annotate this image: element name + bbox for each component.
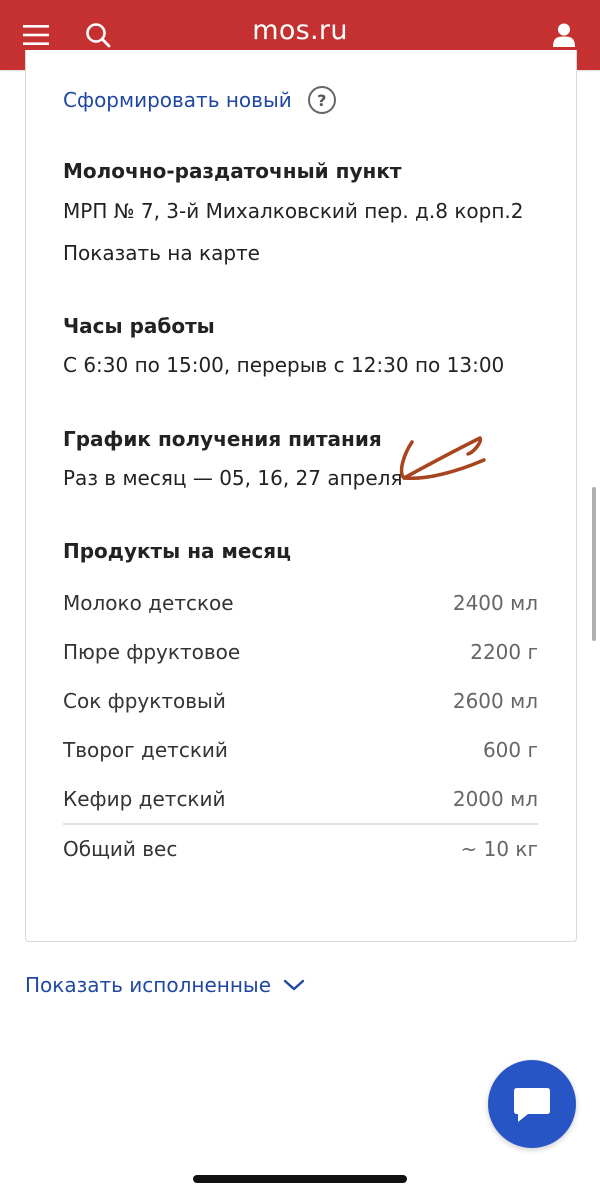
product-name: Сок фруктовый (63, 688, 226, 713)
product-row: Молоко детское 2400 мл (63, 578, 538, 627)
total-row: Общий вес ~ 10 кг (63, 825, 538, 873)
hours-text: С 6:30 по 15:00, перерыв с 12:30 по 13:0… (63, 353, 505, 377)
show-completed-toggle[interactable]: Показать исполненные (25, 973, 305, 997)
product-name: Молоко детское (63, 590, 234, 615)
product-row: Сок фруктовый 2600 мл (63, 676, 538, 725)
product-name: Пюре фруктовое (63, 639, 241, 664)
schedule-text: Раз в месяц — 05, 16, 27 апреля (63, 466, 403, 490)
pickup-point-heading: Молочно-раздаточный пункт (63, 159, 402, 183)
schedule-heading: График получения питания (63, 427, 382, 451)
site-logo[interactable]: mos.ru (0, 15, 600, 46)
pickup-point-address: МРП № 7, 3-й Михалковский пер. д.8 корп.… (63, 199, 524, 223)
total-value: ~ 10 кг (460, 837, 538, 861)
show-on-map-link[interactable]: Показать на карте (63, 241, 260, 265)
chat-bubble-icon (514, 1088, 550, 1122)
hours-heading: Часы работы (63, 314, 215, 338)
product-qty: 600 г (482, 737, 538, 762)
total-label: Общий вес (63, 837, 178, 861)
products-heading: Продукты на месяц (63, 539, 291, 563)
generate-new-link[interactable]: Сформировать новый (63, 88, 292, 112)
home-indicator[interactable] (193, 1175, 407, 1183)
product-name: Кефир детский (63, 786, 226, 811)
product-name: Творог детский (63, 737, 228, 762)
scrollbar-thumb[interactable] (592, 487, 596, 641)
chat-button[interactable] (488, 1060, 576, 1148)
product-row: Творог детский 600 г (63, 725, 538, 774)
page: mos.ru Сформировать новый ? Молочно-разд… (0, 0, 600, 1195)
product-row: Кефир детский 2000 мл (63, 774, 538, 823)
product-qty: 2600 мл (452, 688, 538, 713)
product-qty: 2400 мл (452, 590, 538, 615)
products-list: Молоко детское 2400 мл Пюре фруктовое 22… (63, 578, 538, 873)
user-icon (553, 23, 575, 47)
generate-row: Сформировать новый ? (63, 86, 336, 114)
handwritten-arrow-annotation (399, 436, 486, 481)
show-completed-label: Показать исполненные (25, 973, 272, 997)
product-row: Пюре фруктовое 2200 г (63, 627, 538, 676)
product-qty: 2200 г (470, 639, 538, 664)
chevron-down-icon (283, 978, 305, 992)
product-qty: 2000 мл (452, 786, 538, 811)
help-icon[interactable]: ? (307, 86, 336, 114)
